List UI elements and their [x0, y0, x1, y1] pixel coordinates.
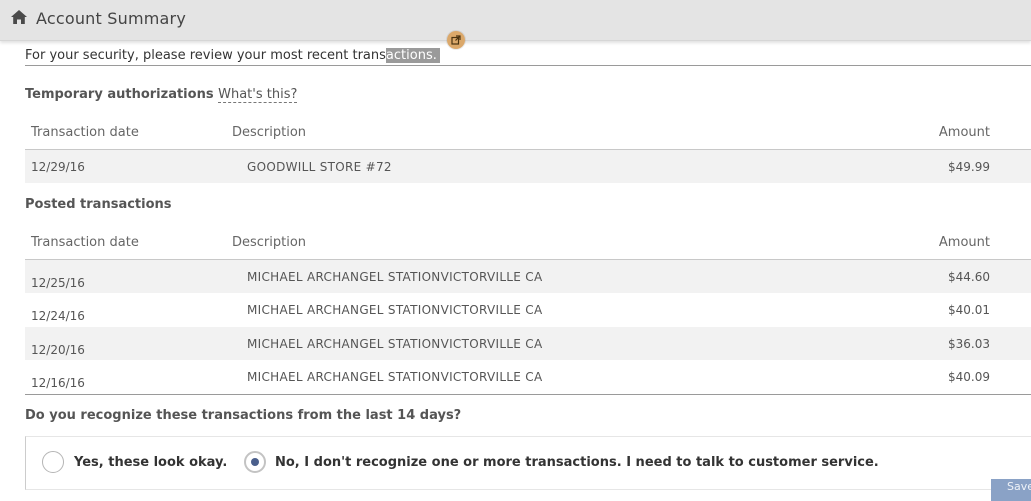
- transaction-amount: $36.03: [948, 337, 990, 351]
- save-button[interactable]: Save: [991, 479, 1031, 501]
- transaction-amount: $40.09: [948, 370, 990, 384]
- transaction-date: 12/20/16: [31, 343, 85, 357]
- temporary-authorizations-title: Temporary authorizations: [25, 87, 214, 102]
- external-link-icon[interactable]: [447, 31, 465, 49]
- posted-transactions-heading: Posted transactions: [25, 197, 172, 212]
- table-row: 12/20/16 MICHAEL ARCHANGEL STATIONVICTOR…: [25, 327, 1031, 360]
- column-header-transaction-date: Transaction date: [31, 235, 139, 250]
- table-row: 12/25/16 MICHAEL ARCHANGEL STATIONVICTOR…: [25, 260, 1031, 293]
- whats-this-link[interactable]: What's this?: [218, 87, 298, 103]
- column-header-amount: Amount: [938, 235, 990, 250]
- column-header-description: Description: [232, 235, 307, 250]
- column-header-amount: Amount: [938, 125, 990, 140]
- table-row: 12/16/16 MICHAEL ARCHANGEL STATIONVICTOR…: [25, 360, 1031, 394]
- column-header-description: Description: [232, 125, 307, 140]
- radio-no-contact-customer-service[interactable]: [244, 451, 266, 473]
- transaction-date: 12/16/16: [31, 376, 85, 390]
- transaction-amount: $44.60: [948, 270, 990, 284]
- table-row: 12/29/16 GOODWILL STORE #72 $49.99: [25, 150, 1031, 183]
- recognize-question: Do you recognize these transactions from…: [25, 408, 462, 423]
- security-message-text: For your security, please review your mo…: [25, 48, 386, 63]
- radio-label-no[interactable]: No, I don't recognize one or more transa…: [275, 455, 879, 470]
- transaction-date: 12/24/16: [31, 309, 85, 323]
- transaction-description: MICHAEL ARCHANGEL STATIONVICTORVILLE CA: [247, 303, 543, 317]
- transaction-description: MICHAEL ARCHANGEL STATIONVICTORVILLE CA: [247, 337, 543, 351]
- temporary-table-header: Transaction date Description Amount: [25, 119, 1031, 150]
- transaction-date: 12/29/16: [31, 160, 85, 174]
- page-header: Account Summary: [0, 0, 1031, 41]
- transaction-amount: $49.99: [948, 160, 990, 174]
- transaction-description: GOODWILL STORE #72: [247, 160, 392, 174]
- transaction-description: MICHAEL ARCHANGEL STATIONVICTORVILLE CA: [247, 370, 543, 384]
- radio-label-yes[interactable]: Yes, these look okay.: [74, 455, 227, 470]
- temporary-authorizations-heading: Temporary authorizations What's this?: [25, 87, 298, 103]
- table-divider: [25, 394, 1031, 395]
- security-message-selected-text: actions.: [385, 48, 440, 63]
- transaction-description: MICHAEL ARCHANGEL STATIONVICTORVILLE CA: [247, 270, 543, 284]
- table-row: 12/24/16 MICHAEL ARCHANGEL STATIONVICTOR…: [25, 293, 1031, 327]
- security-message: For your security, please review your mo…: [25, 48, 1031, 66]
- recognize-options: Yes, these look okay. No, I don't recogn…: [25, 436, 1031, 490]
- transaction-amount: $40.01: [948, 303, 990, 317]
- radio-yes-looks-okay[interactable]: [42, 451, 64, 473]
- transaction-date: 12/25/16: [31, 276, 85, 290]
- home-icon[interactable]: [10, 9, 28, 25]
- page-title: Account Summary: [36, 9, 187, 28]
- column-header-transaction-date: Transaction date: [31, 125, 139, 140]
- posted-table-header: Transaction date Description Amount: [25, 229, 1031, 260]
